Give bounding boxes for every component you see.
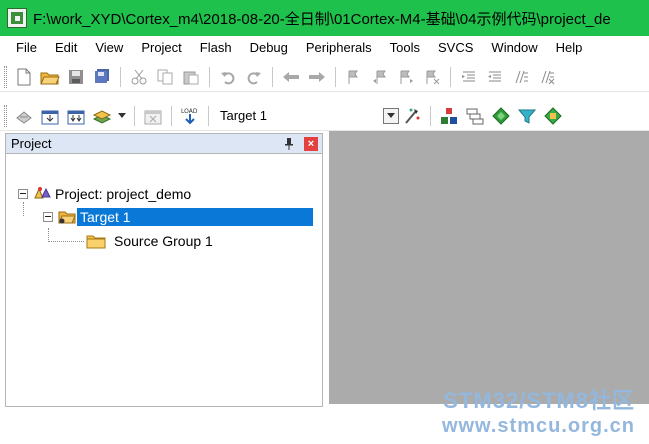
bookmark-next-icon[interactable]: [395, 66, 417, 88]
navigate-forward-icon[interactable]: [306, 66, 328, 88]
target-name: Target 1: [77, 208, 313, 226]
select-software-packs-icon[interactable]: [516, 105, 538, 127]
tree-node-target[interactable]: Target 1: [43, 207, 313, 227]
menu-window[interactable]: Window: [482, 36, 546, 60]
svg-text:LOAD: LOAD: [181, 108, 198, 115]
toolbar-separator: [134, 105, 135, 126]
project-panel: Project × Project: project_demo Target 1: [5, 133, 323, 407]
menu-flash[interactable]: Flash: [191, 36, 241, 60]
translate-icon[interactable]: [13, 105, 35, 127]
menu-bar: File Edit View Project Flash Debug Perip…: [0, 36, 649, 60]
toolbar-separator: [335, 66, 336, 87]
batch-dropdown-icon[interactable]: [117, 105, 127, 127]
indent-icon[interactable]: [458, 66, 480, 88]
toolbar-grip[interactable]: [4, 104, 7, 127]
manage-components-icon[interactable]: [438, 105, 460, 127]
chevron-down-icon: [386, 112, 395, 118]
target-options-icon[interactable]: [401, 105, 423, 127]
run-time-environment-icon[interactable]: [542, 105, 564, 127]
download-load-icon[interactable]: LOAD: [179, 105, 201, 127]
project-icon: [32, 185, 52, 203]
toolbar-separator: [208, 105, 209, 126]
watermark: STM32/STM8社区 www.stmcu.org.cn: [442, 388, 635, 438]
panel-title: Project: [11, 136, 52, 151]
target-dropdown-button[interactable]: [382, 107, 399, 124]
bookmark-toggle-icon[interactable]: [343, 66, 365, 88]
close-icon[interactable]: ×: [304, 137, 318, 151]
toolbar-separator: [171, 105, 172, 126]
bookmark-prev-icon[interactable]: [369, 66, 391, 88]
build-toolbar: LOAD Target 1: [0, 101, 649, 131]
menu-svcs[interactable]: SVCS: [429, 36, 482, 60]
tree-node-source-group[interactable]: Source Group 1: [86, 231, 216, 251]
unindent-icon[interactable]: [484, 66, 506, 88]
toolbar-separator: [429, 105, 431, 126]
collapse-toggle-icon[interactable]: [18, 189, 28, 199]
tree-node-project[interactable]: Project: project_demo: [18, 184, 194, 204]
stop-build-icon[interactable]: [142, 105, 164, 127]
project-name: Project: project_demo: [55, 186, 192, 202]
rebuild-icon[interactable]: [65, 105, 87, 127]
menu-help[interactable]: Help: [547, 36, 592, 60]
tree-connector: [23, 202, 24, 216]
menu-view[interactable]: View: [86, 36, 132, 60]
menu-peripherals[interactable]: Peripherals: [297, 36, 381, 60]
menu-file[interactable]: File: [0, 36, 46, 60]
save-icon[interactable]: [65, 66, 87, 88]
toolbar-separator: [450, 66, 451, 87]
menu-edit[interactable]: Edit: [46, 36, 86, 60]
standard-toolbar: [0, 62, 649, 92]
toolbar-separator: [209, 66, 210, 87]
open-folder-icon[interactable]: [39, 66, 61, 88]
tree-connector: [48, 241, 84, 242]
tree-connector: [48, 228, 49, 242]
toolbar-separator: [272, 66, 273, 87]
batch-build-icon[interactable]: [91, 105, 113, 127]
collapse-toggle-icon[interactable]: [43, 212, 53, 222]
build-icon[interactable]: [39, 105, 61, 127]
navigate-back-icon[interactable]: [280, 66, 302, 88]
redo-icon[interactable]: [243, 66, 265, 88]
uncomment-icon[interactable]: [536, 66, 558, 88]
pin-icon[interactable]: [282, 137, 296, 151]
source-group-name: Source Group 1: [114, 233, 213, 249]
window-title: F:\work_XYD\Cortex_m4\2018-08-20-全日制\01C…: [33, 10, 611, 28]
file-extensions-icon[interactable]: [464, 105, 486, 127]
new-file-icon[interactable]: [13, 66, 35, 88]
pack-installer-icon[interactable]: [490, 105, 512, 127]
menu-project[interactable]: Project: [132, 36, 190, 60]
watermark-line2: www.stmcu.org.cn: [441, 415, 635, 437]
watermark-line1: STM32/STM8社区: [443, 388, 635, 413]
save-all-icon[interactable]: [91, 66, 113, 88]
undo-icon[interactable]: [217, 66, 239, 88]
copy-icon[interactable]: [154, 66, 176, 88]
target-select[interactable]: Target 1: [220, 108, 267, 123]
target-folder-icon: [57, 208, 77, 226]
project-panel-header: Project ×: [6, 134, 322, 154]
toolbar-separator: [120, 66, 121, 87]
group-folder-icon: [86, 233, 106, 249]
bookmark-clear-icon[interactable]: [421, 66, 443, 88]
toolbar-grip[interactable]: [4, 65, 7, 88]
paste-icon[interactable]: [180, 66, 202, 88]
editor-workspace[interactable]: [329, 131, 649, 404]
cut-icon[interactable]: [128, 66, 150, 88]
menu-debug[interactable]: Debug: [241, 36, 297, 60]
menu-tools[interactable]: Tools: [381, 36, 429, 60]
app-icon[interactable]: [7, 8, 27, 28]
title-bar: F:\work_XYD\Cortex_m4\2018-08-20-全日制\01C…: [0, 0, 649, 36]
comment-icon[interactable]: [510, 66, 532, 88]
